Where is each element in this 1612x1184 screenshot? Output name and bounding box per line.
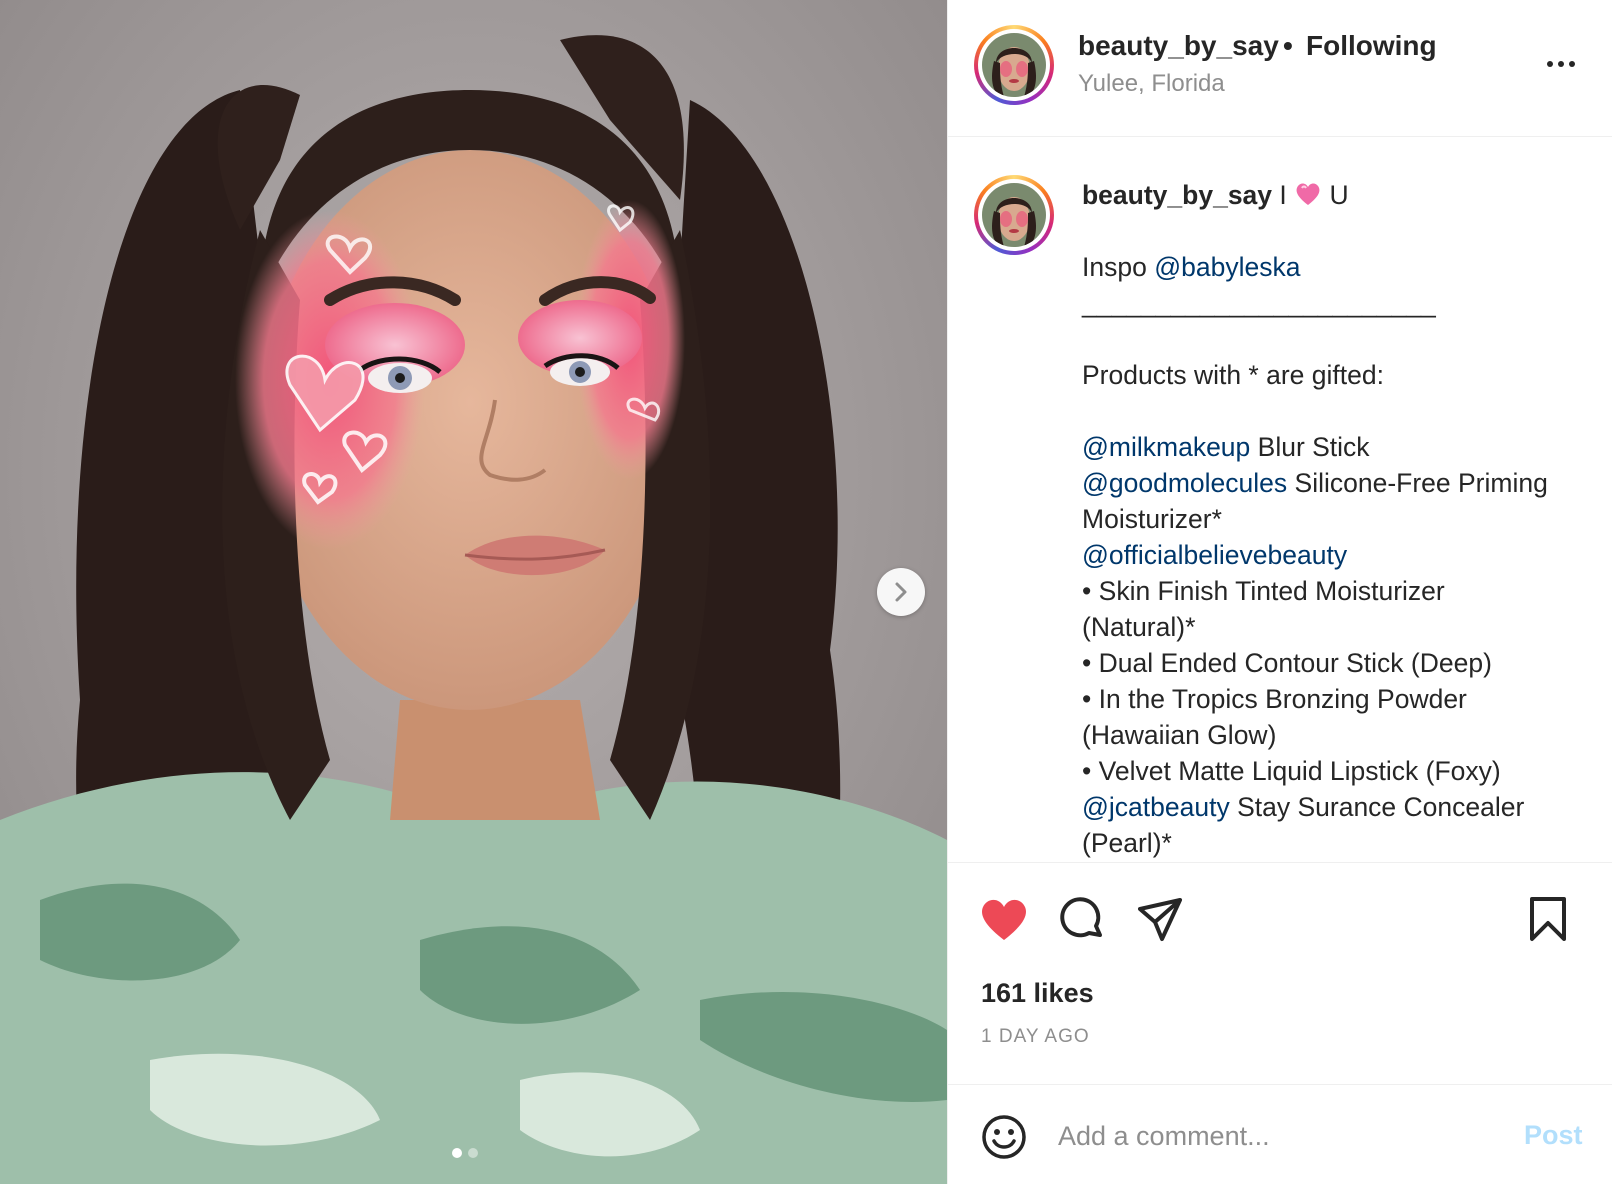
caption-area: beauty_by_say I U Inspo @babyleska _____… — [948, 137, 1612, 862]
bookmark-icon — [1530, 897, 1566, 941]
post-header: beauty_by_say • Following Yulee, Florida — [948, 0, 1612, 137]
following-button[interactable]: Following — [1306, 30, 1437, 62]
mention-link[interactable]: @babyleska — [1154, 252, 1300, 282]
comment-icon — [1060, 897, 1102, 938]
caption-line: Moisturizer* — [1082, 504, 1222, 534]
caption-line: @goodmolecules Silicone-Free Priming — [1082, 468, 1548, 498]
caption-line: • In the Tropics Bronzing Powder — [1082, 684, 1467, 714]
caption-line: @milkmakeup Blur Stick — [1082, 432, 1370, 462]
post-location[interactable]: Yulee, Florida — [1078, 70, 1225, 98]
comment-button[interactable] — [1056, 893, 1108, 945]
caption-title-suffix: U — [1329, 180, 1349, 210]
comment-input[interactable] — [1058, 1115, 1478, 1157]
caption-text: beauty_by_say I U Inspo @babyleska _____… — [1082, 177, 1592, 861]
selfie-image — [0, 0, 947, 1184]
caption-line: (Natural)* — [1082, 612, 1196, 642]
profile-picture — [982, 183, 1046, 247]
more-options-button[interactable] — [1541, 44, 1581, 84]
carousel-indicator — [452, 1148, 478, 1158]
likes-count[interactable]: 161 likes — [981, 978, 1094, 1009]
caption-line: @jcatbeauty Stay Surance Concealer — [1082, 792, 1525, 822]
post-timestamp[interactable]: 1 DAY AGO — [981, 1026, 1090, 1048]
chevron-right-icon — [895, 582, 907, 602]
like-button[interactable] — [978, 893, 1030, 945]
heart-filled-icon — [982, 899, 1026, 940]
mention-link[interactable]: @milkmakeup — [1082, 432, 1250, 462]
share-button[interactable] — [1134, 893, 1186, 945]
smiley-icon — [982, 1115, 1026, 1159]
caption-title-line: beauty_by_say I U — [1082, 177, 1592, 213]
caption-divider: ________________________ — [1082, 288, 1436, 318]
header-separator: • — [1283, 30, 1293, 61]
caption-username[interactable]: beauty_by_say — [1082, 180, 1272, 210]
inspo-line: Inspo @babyleska — [1082, 249, 1592, 285]
caption-line: (Pearl)* — [1082, 828, 1172, 858]
caption-line: • Skin Finish Tinted Moisturizer — [1082, 576, 1445, 606]
emoji-picker-button[interactable] — [980, 1113, 1028, 1161]
paper-plane-icon — [1138, 898, 1182, 941]
caption-line: (Hawaiian Glow) — [1082, 720, 1277, 750]
caption-title-prefix: I — [1279, 180, 1287, 210]
carousel-dot — [468, 1148, 478, 1158]
comment-bar: Post — [948, 1084, 1612, 1184]
more-horizontal-icon — [1547, 61, 1553, 67]
post-comment-button[interactable]: Post — [1524, 1120, 1583, 1151]
carousel-dot-active — [452, 1148, 462, 1158]
carousel-next-button[interactable] — [877, 568, 925, 616]
mention-link[interactable]: @officialbelievebeauty — [1082, 540, 1347, 570]
caption-line: • Velvet Matte Liquid Lipstick (Foxy) — [1082, 756, 1501, 786]
mention-link[interactable]: @goodmolecules — [1082, 468, 1287, 498]
caption-line: • Dual Ended Contour Stick (Deep) — [1082, 648, 1492, 678]
post-side-panel: beauty_by_say • Following Yulee, Florida — [947, 0, 1612, 1184]
save-button[interactable] — [1522, 893, 1574, 945]
caption-line: @officialbelievebeauty — [1082, 537, 1592, 573]
avatar[interactable] — [974, 25, 1054, 105]
pink-heart-emoji-icon — [1296, 183, 1320, 205]
post-author-username[interactable]: beauty_by_say — [1078, 30, 1279, 62]
mention-link[interactable]: @jcatbeauty — [1082, 792, 1230, 822]
post-actions: 161 likes 1 DAY AGO — [948, 862, 1612, 1084]
gifted-note: Products with * are gifted: — [1082, 360, 1384, 390]
post-photo[interactable] — [0, 0, 947, 1184]
profile-picture — [982, 33, 1046, 97]
inspo-label: Inspo — [1082, 252, 1147, 282]
caption-avatar[interactable] — [974, 175, 1054, 255]
